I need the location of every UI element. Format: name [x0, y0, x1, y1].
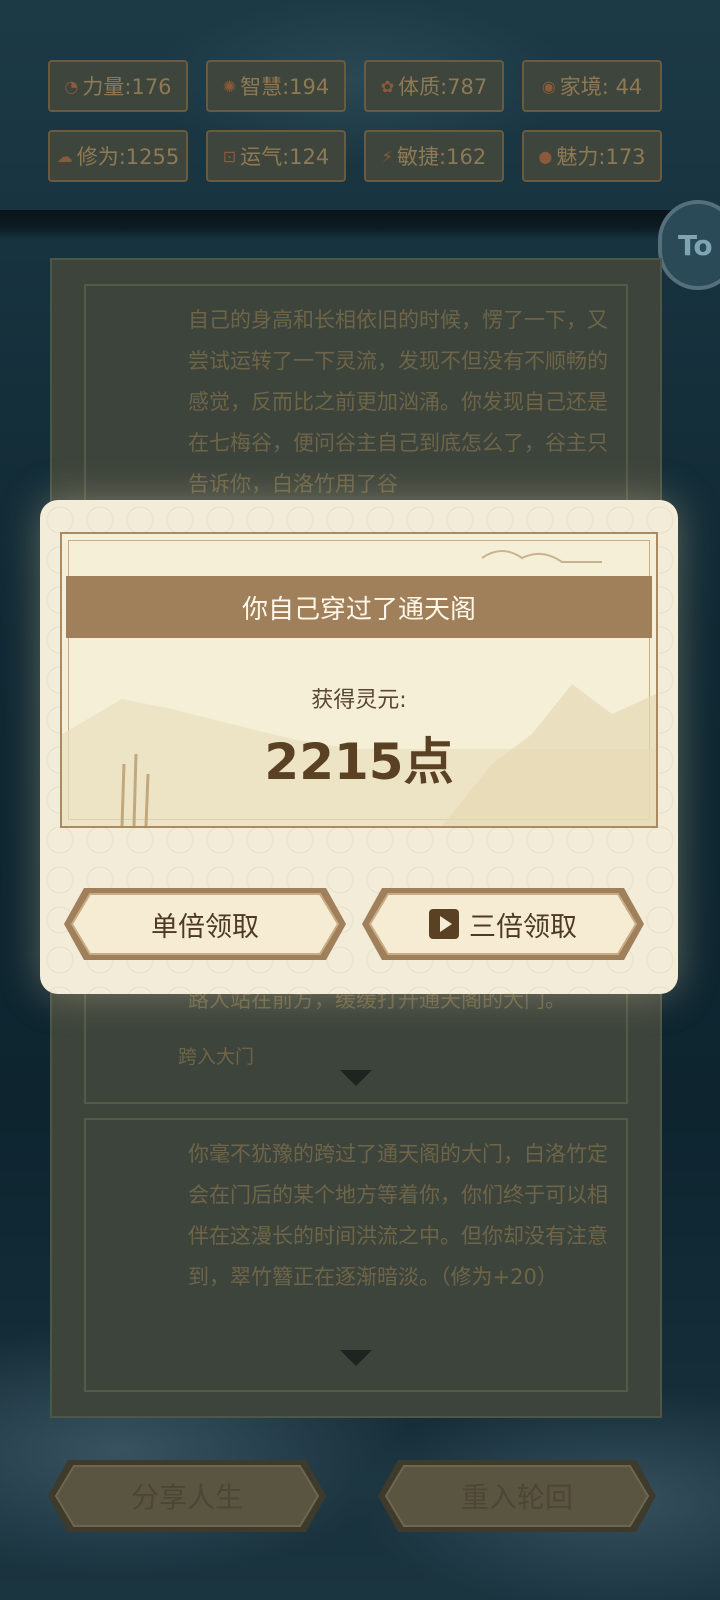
restart-button[interactable]: 重入轮回 [376, 1458, 658, 1534]
reward-modal: 你自己穿过了通天阁 获得灵元: 2215点 单倍领取 三倍领取 [40, 500, 678, 994]
reward-frame: 你自己穿过了通天阁 获得灵元: 2215点 [60, 532, 658, 828]
reward-label: 获得灵元: [311, 688, 407, 713]
restart-label: 重入轮回 [460, 1481, 573, 1514]
share-life-button[interactable]: 分享人生 [46, 1458, 328, 1534]
video-play-icon [429, 909, 459, 939]
triple-claim-button[interactable]: 三倍领取 [360, 886, 646, 962]
reward-value: 2215点 [264, 733, 454, 791]
modal-title: 你自己穿过了通天阁 [66, 576, 652, 638]
single-claim-label: 单倍领取 [151, 911, 259, 943]
share-life-label: 分享人生 [130, 1481, 243, 1514]
triple-claim-label: 三倍领取 [469, 911, 577, 943]
single-claim-button[interactable]: 单倍领取 [62, 886, 348, 962]
